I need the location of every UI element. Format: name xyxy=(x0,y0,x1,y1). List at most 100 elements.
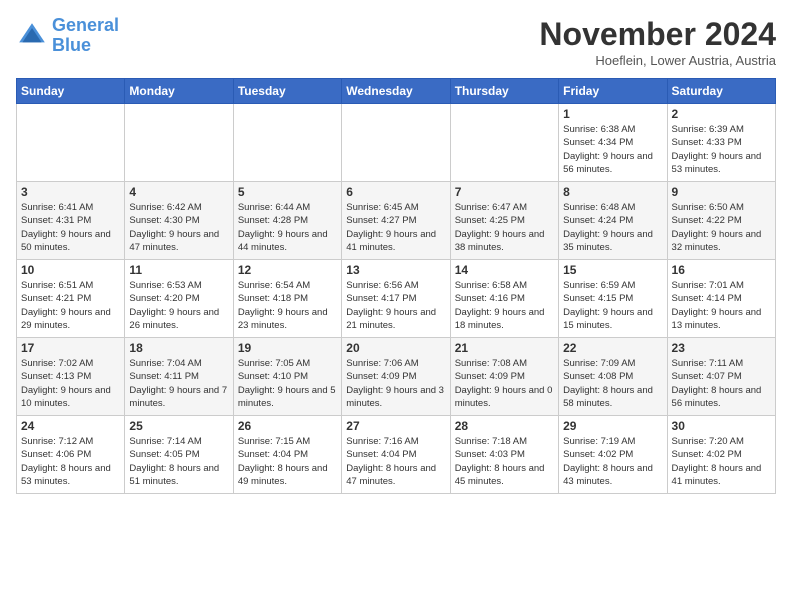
day-info: Sunrise: 7:12 AM Sunset: 4:06 PM Dayligh… xyxy=(21,435,120,488)
header-cell-saturday: Saturday xyxy=(667,79,775,104)
header-cell-thursday: Thursday xyxy=(450,79,558,104)
day-info: Sunrise: 7:08 AM Sunset: 4:09 PM Dayligh… xyxy=(455,357,554,410)
day-number: 3 xyxy=(21,185,120,199)
calendar-cell: 29 Sunrise: 7:19 AM Sunset: 4:02 PM Dayli… xyxy=(559,416,667,494)
calendar-cell: 25Sunrise: 7:14 AM Sunset: 4:05 PM Dayli… xyxy=(125,416,233,494)
header-cell-friday: Friday xyxy=(559,79,667,104)
day-info: Sunrise: 7:18 AM Sunset: 4:03 PM Dayligh… xyxy=(455,435,554,488)
day-number: 20 xyxy=(346,341,445,355)
day-info: Sunrise: 6:44 AM Sunset: 4:28 PM Dayligh… xyxy=(238,201,337,254)
calendar-cell: 7 Sunrise: 6:47 AM Sunset: 4:25 PM Daylig… xyxy=(450,182,558,260)
day-info: Sunrise: 6:56 AM Sunset: 4:17 PM Dayligh… xyxy=(346,279,445,332)
day-number: 22 xyxy=(563,341,662,355)
day-number: 5 xyxy=(238,185,337,199)
calendar-cell: 3 Sunrise: 6:41 AM Sunset: 4:31 PM Daylig… xyxy=(17,182,125,260)
day-number: 21 xyxy=(455,341,554,355)
calendar-week-2: 3 Sunrise: 6:41 AM Sunset: 4:31 PM Daylig… xyxy=(17,182,776,260)
day-number: 6 xyxy=(346,185,445,199)
header-cell-monday: Monday xyxy=(125,79,233,104)
calendar-cell: 19Sunrise: 7:05 AM Sunset: 4:10 PM Dayli… xyxy=(233,338,341,416)
calendar-cell: 28 Sunrise: 7:18 AM Sunset: 4:03 PM Dayli… xyxy=(450,416,558,494)
calendar-cell: 5 Sunrise: 6:44 AM Sunset: 4:28 PM Daylig… xyxy=(233,182,341,260)
day-info: Sunrise: 7:05 AM Sunset: 4:10 PM Dayligh… xyxy=(238,357,337,410)
header-cell-tuesday: Tuesday xyxy=(233,79,341,104)
calendar-cell: 30Sunrise: 7:20 AM Sunset: 4:02 PM Dayli… xyxy=(667,416,775,494)
location: Hoeflein, Lower Austria, Austria xyxy=(539,53,776,68)
logo-line1: General xyxy=(52,15,119,35)
day-number: 1 xyxy=(563,107,662,121)
calendar-cell: 23 Sunrise: 7:11 AM Sunset: 4:07 PM Dayli… xyxy=(667,338,775,416)
calendar-week-3: 10Sunrise: 6:51 AM Sunset: 4:21 PM Dayli… xyxy=(17,260,776,338)
calendar-week-5: 24 Sunrise: 7:12 AM Sunset: 4:06 PM Dayli… xyxy=(17,416,776,494)
logo: General Blue xyxy=(16,16,119,56)
day-info: Sunrise: 6:38 AM Sunset: 4:34 PM Dayligh… xyxy=(563,123,662,176)
calendar-header-row: SundayMondayTuesdayWednesdayThursdayFrid… xyxy=(17,79,776,104)
calendar-cell: 17 Sunrise: 7:02 AM Sunset: 4:13 PM Dayli… xyxy=(17,338,125,416)
day-info: Sunrise: 7:15 AM Sunset: 4:04 PM Dayligh… xyxy=(238,435,337,488)
day-number: 17 xyxy=(21,341,120,355)
day-number: 18 xyxy=(129,341,228,355)
day-number: 29 xyxy=(563,419,662,433)
calendar-cell: 15Sunrise: 6:59 AM Sunset: 4:15 PM Dayli… xyxy=(559,260,667,338)
day-number: 7 xyxy=(455,185,554,199)
calendar-cell xyxy=(450,104,558,182)
calendar-cell: 8Sunrise: 6:48 AM Sunset: 4:24 PM Daylig… xyxy=(559,182,667,260)
day-info: Sunrise: 7:14 AM Sunset: 4:05 PM Dayligh… xyxy=(129,435,228,488)
day-info: Sunrise: 7:19 AM Sunset: 4:02 PM Dayligh… xyxy=(563,435,662,488)
day-number: 27 xyxy=(346,419,445,433)
day-info: Sunrise: 6:58 AM Sunset: 4:16 PM Dayligh… xyxy=(455,279,554,332)
day-info: Sunrise: 6:53 AM Sunset: 4:20 PM Dayligh… xyxy=(129,279,228,332)
calendar-cell: 21 Sunrise: 7:08 AM Sunset: 4:09 PM Dayli… xyxy=(450,338,558,416)
day-number: 24 xyxy=(21,419,120,433)
day-info: Sunrise: 7:06 AM Sunset: 4:09 PM Dayligh… xyxy=(346,357,445,410)
header-cell-wednesday: Wednesday xyxy=(342,79,450,104)
day-info: Sunrise: 7:11 AM Sunset: 4:07 PM Dayligh… xyxy=(672,357,771,410)
header: General Blue November 2024 Hoeflein, Low… xyxy=(16,16,776,68)
day-info: Sunrise: 6:45 AM Sunset: 4:27 PM Dayligh… xyxy=(346,201,445,254)
day-number: 13 xyxy=(346,263,445,277)
day-number: 4 xyxy=(129,185,228,199)
day-info: Sunrise: 6:41 AM Sunset: 4:31 PM Dayligh… xyxy=(21,201,120,254)
day-info: Sunrise: 6:39 AM Sunset: 4:33 PM Dayligh… xyxy=(672,123,771,176)
day-info: Sunrise: 6:47 AM Sunset: 4:25 PM Dayligh… xyxy=(455,201,554,254)
calendar-body: 1 Sunrise: 6:38 AM Sunset: 4:34 PM Daylig… xyxy=(17,104,776,494)
day-number: 16 xyxy=(672,263,771,277)
day-number: 10 xyxy=(21,263,120,277)
calendar-cell: 2 Sunrise: 6:39 AM Sunset: 4:33 PM Daylig… xyxy=(667,104,775,182)
calendar-cell: 27 Sunrise: 7:16 AM Sunset: 4:04 PM Dayli… xyxy=(342,416,450,494)
page: General Blue November 2024 Hoeflein, Low… xyxy=(0,0,792,502)
day-info: Sunrise: 6:48 AM Sunset: 4:24 PM Dayligh… xyxy=(563,201,662,254)
calendar-cell: 22 Sunrise: 7:09 AM Sunset: 4:08 PM Dayli… xyxy=(559,338,667,416)
calendar-cell: 18 Sunrise: 7:04 AM Sunset: 4:11 PM Dayli… xyxy=(125,338,233,416)
day-info: Sunrise: 6:54 AM Sunset: 4:18 PM Dayligh… xyxy=(238,279,337,332)
day-info: Sunrise: 7:02 AM Sunset: 4:13 PM Dayligh… xyxy=(21,357,120,410)
calendar-cell xyxy=(342,104,450,182)
calendar-cell xyxy=(17,104,125,182)
day-number: 23 xyxy=(672,341,771,355)
day-info: Sunrise: 6:42 AM Sunset: 4:30 PM Dayligh… xyxy=(129,201,228,254)
calendar-cell: 24 Sunrise: 7:12 AM Sunset: 4:06 PM Dayli… xyxy=(17,416,125,494)
calendar-cell: 10Sunrise: 6:51 AM Sunset: 4:21 PM Dayli… xyxy=(17,260,125,338)
calendar-cell: 4 Sunrise: 6:42 AM Sunset: 4:30 PM Daylig… xyxy=(125,182,233,260)
day-info: Sunrise: 7:04 AM Sunset: 4:11 PM Dayligh… xyxy=(129,357,228,410)
day-info: Sunrise: 7:09 AM Sunset: 4:08 PM Dayligh… xyxy=(563,357,662,410)
header-cell-sunday: Sunday xyxy=(17,79,125,104)
calendar-cell: 26 Sunrise: 7:15 AM Sunset: 4:04 PM Dayli… xyxy=(233,416,341,494)
day-number: 26 xyxy=(238,419,337,433)
day-number: 2 xyxy=(672,107,771,121)
day-number: 14 xyxy=(455,263,554,277)
day-info: Sunrise: 7:20 AM Sunset: 4:02 PM Dayligh… xyxy=(672,435,771,488)
day-number: 28 xyxy=(455,419,554,433)
title-block: November 2024 Hoeflein, Lower Austria, A… xyxy=(539,16,776,68)
calendar-cell: 11 Sunrise: 6:53 AM Sunset: 4:20 PM Dayli… xyxy=(125,260,233,338)
logo-text: General Blue xyxy=(52,16,119,56)
day-info: Sunrise: 7:01 AM Sunset: 4:14 PM Dayligh… xyxy=(672,279,771,332)
day-info: Sunrise: 6:50 AM Sunset: 4:22 PM Dayligh… xyxy=(672,201,771,254)
day-number: 12 xyxy=(238,263,337,277)
day-info: Sunrise: 7:16 AM Sunset: 4:04 PM Dayligh… xyxy=(346,435,445,488)
day-number: 9 xyxy=(672,185,771,199)
calendar-cell: 16 Sunrise: 7:01 AM Sunset: 4:14 PM Dayli… xyxy=(667,260,775,338)
calendar-week-4: 17 Sunrise: 7:02 AM Sunset: 4:13 PM Dayli… xyxy=(17,338,776,416)
calendar-cell: 12 Sunrise: 6:54 AM Sunset: 4:18 PM Dayli… xyxy=(233,260,341,338)
day-number: 11 xyxy=(129,263,228,277)
